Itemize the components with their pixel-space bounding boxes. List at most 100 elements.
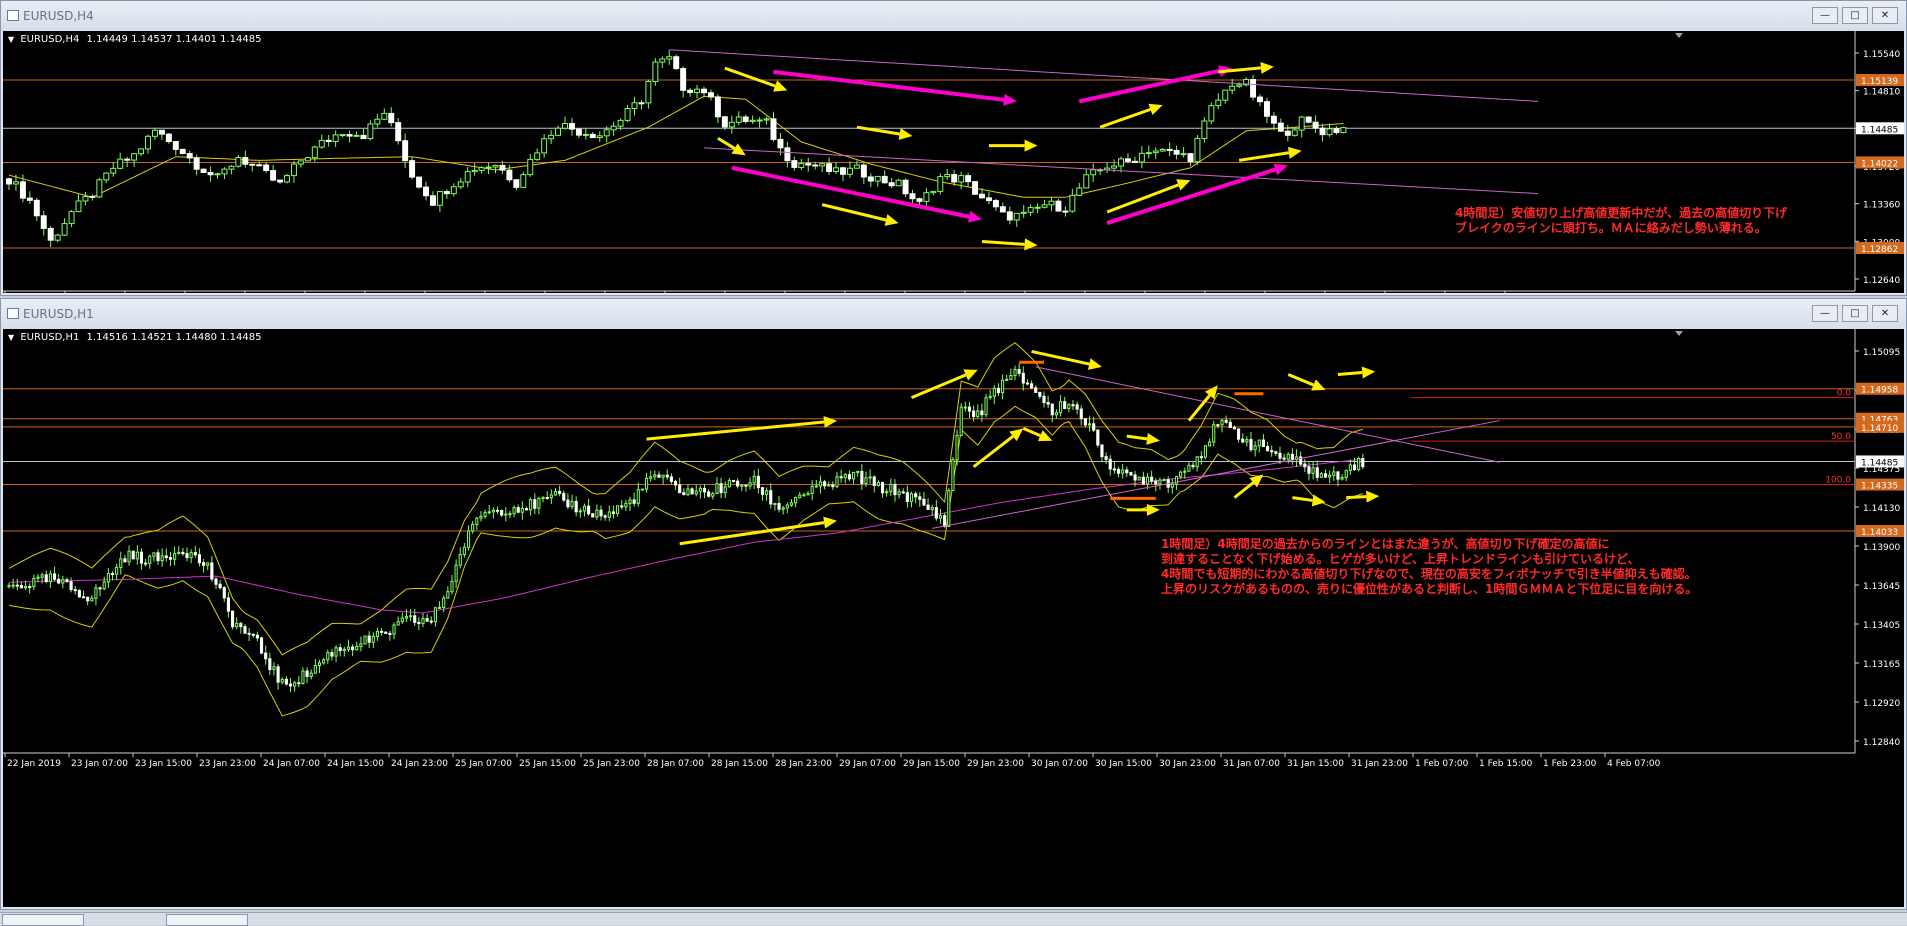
candle-body xyxy=(603,515,607,518)
candle-body xyxy=(1263,101,1270,117)
candle-body xyxy=(458,553,462,566)
candle-body xyxy=(1067,404,1071,409)
window-h1-titlebar[interactable]: EURUSD,H1 — □ ✕ xyxy=(1,299,1906,329)
candle-body xyxy=(145,135,151,150)
candle-body xyxy=(202,562,206,566)
candle-body xyxy=(533,499,537,509)
price-axis-label: 1.13165 xyxy=(1863,660,1900,670)
candle-body xyxy=(151,129,158,137)
candle-body xyxy=(1232,426,1237,430)
candle-body xyxy=(728,121,735,128)
candle-body xyxy=(68,211,75,225)
chart-tab[interactable] xyxy=(166,914,248,926)
candle-body xyxy=(773,503,777,506)
candle-body xyxy=(513,179,520,188)
arrow-head xyxy=(1024,238,1038,251)
candle-body xyxy=(342,648,346,652)
candle-body xyxy=(259,637,264,654)
arrow-head xyxy=(1273,163,1288,176)
candle-body xyxy=(1253,445,1257,451)
window-h4-titlebar[interactable]: EURUSD,H4 — □ ✕ xyxy=(1,1,1906,31)
arrow-shaft xyxy=(910,373,967,399)
arrow-shaft xyxy=(1106,167,1277,225)
candle-body xyxy=(1274,451,1278,454)
candle-body xyxy=(36,576,40,579)
candle-body xyxy=(587,505,591,515)
arrow-head xyxy=(1146,432,1160,445)
candle-body xyxy=(1305,116,1312,123)
candle-body xyxy=(840,167,846,175)
candle-body xyxy=(972,410,976,418)
price-axis-label: 1.13360 xyxy=(1863,201,1900,211)
yellow-arrow-icon xyxy=(856,125,913,140)
candle-body xyxy=(193,157,200,170)
maximize-button[interactable]: □ xyxy=(1842,7,1868,24)
annotation-line: ブレイクのラインに頭打ち。ＭＡに絡みだし勢い薄れる。 xyxy=(1455,221,1767,235)
maximize-button[interactable]: □ xyxy=(1842,305,1868,322)
candle-body xyxy=(235,157,242,167)
candle-body xyxy=(1250,79,1257,98)
candle-body xyxy=(1162,479,1166,482)
candle-body xyxy=(40,215,47,229)
arrow-shaft xyxy=(1337,371,1363,377)
candle-body xyxy=(749,119,756,122)
candle-body xyxy=(575,128,582,136)
chart-area-h4[interactable]: 1.155401.148101.140801.137201.133601.130… xyxy=(3,31,1904,293)
candle-body xyxy=(1174,476,1179,485)
candle-body xyxy=(649,476,653,479)
candle-body xyxy=(1125,469,1129,474)
candle-body xyxy=(1261,439,1265,448)
candle-body xyxy=(54,234,61,241)
candle-body xyxy=(603,129,610,137)
annotation-line: 1時間足）4時間足の過去からのラインとはまた違うが、高値切り下げ確定の高値に xyxy=(1161,537,1610,551)
candle-body xyxy=(595,509,599,518)
candle-body xyxy=(144,562,148,565)
candle-body xyxy=(23,585,28,589)
candle-body xyxy=(94,587,98,599)
candle-body xyxy=(359,643,363,648)
candle-body xyxy=(777,503,781,510)
candle-body xyxy=(578,510,582,513)
symbol-label: EURUSD,H4 xyxy=(20,34,80,45)
candle-body xyxy=(131,550,135,560)
close-button[interactable]: ✕ xyxy=(1872,7,1898,24)
candle-body xyxy=(1170,483,1174,488)
candle-body xyxy=(748,482,752,487)
candle-body xyxy=(574,500,578,513)
candle-body xyxy=(972,181,979,195)
candle-body xyxy=(1357,457,1361,471)
candle-body xyxy=(69,581,73,591)
candle-body xyxy=(160,555,164,562)
candle-body xyxy=(1344,469,1348,479)
candle-body xyxy=(690,488,694,495)
price-tag-label: 1.14335 xyxy=(1861,482,1898,492)
collapse-triangle-icon[interactable]: ▼ xyxy=(8,333,14,342)
minimize-button[interactable]: — xyxy=(1812,7,1838,24)
collapse-triangle-icon[interactable]: ▼ xyxy=(8,35,14,44)
yellow-arrow-icon xyxy=(988,139,1038,152)
time-axis-label: 29 Jan 07:00 xyxy=(839,759,896,769)
candle-body xyxy=(965,175,972,183)
chart-tab[interactable] xyxy=(2,914,84,926)
yellow-arrow-icon xyxy=(1126,432,1160,445)
arrow-shaft xyxy=(646,420,825,441)
candle-body xyxy=(512,507,516,515)
candle-body xyxy=(1071,404,1075,407)
arrow-head xyxy=(1176,179,1191,191)
price-axis-label: 1.12920 xyxy=(1863,699,1900,709)
candle-body xyxy=(1048,200,1055,206)
candle-body xyxy=(409,160,416,178)
candle-body xyxy=(640,488,644,491)
candle-body xyxy=(57,578,61,584)
candle-body xyxy=(1021,372,1025,384)
minimize-button[interactable]: — xyxy=(1812,305,1838,322)
candle-body xyxy=(106,573,110,583)
candle-body xyxy=(102,581,106,590)
close-button[interactable]: ✕ xyxy=(1872,305,1898,322)
price-axis-label: 1.13900 xyxy=(1863,543,1900,553)
candle-body xyxy=(228,165,235,170)
candle-body xyxy=(846,167,853,175)
candle-body xyxy=(659,58,666,63)
candle-body xyxy=(1034,206,1041,209)
chart-area-h1[interactable]: 0.050.0100.01.150951.148551.146151.14375… xyxy=(3,329,1904,907)
